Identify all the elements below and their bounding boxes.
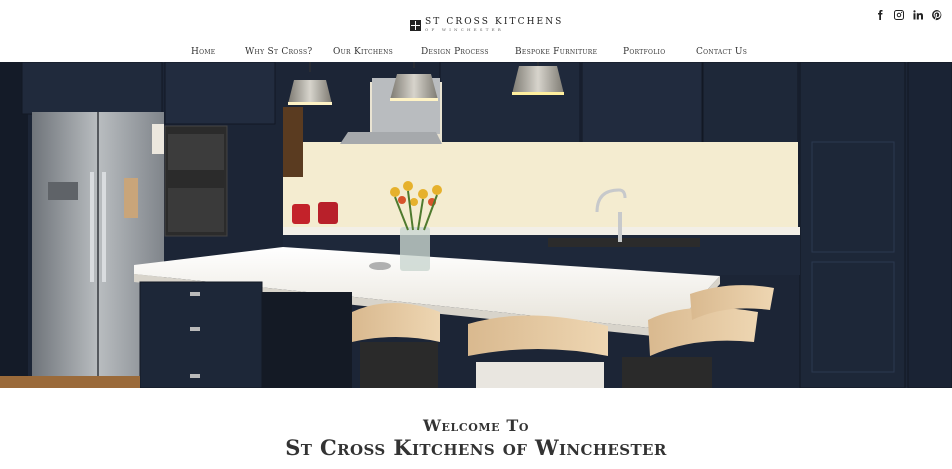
hero-kitchen-image (0, 62, 952, 388)
nav-item-why-st-cross[interactable]: Why St Cross? (245, 47, 313, 57)
logo-tagline: OF WINCHESTER (425, 27, 504, 32)
social-links (873, 8, 943, 22)
nav-item-our-kitchens[interactable]: Our Kitchens (333, 47, 393, 57)
main-navigation: Home Why St Cross? Our Kitchens Design P… (0, 46, 952, 62)
nav-item-contact-us[interactable]: Contact Us (696, 47, 747, 57)
nav-item-home[interactable]: Home (191, 47, 216, 57)
cross-logo-icon (410, 19, 421, 31)
nav-item-portfolio[interactable]: Portfolio (623, 47, 665, 57)
pinterest-icon[interactable] (930, 8, 943, 22)
site-logo[interactable]: ST CROSS KITCHENS OF WINCHESTER (410, 18, 563, 32)
welcome-section: Welcome To St Cross Kitchens of Winchest… (0, 388, 952, 469)
site-header: ST CROSS KITCHENS OF WINCHESTER Home Why… (0, 0, 952, 62)
welcome-title: St Cross Kitchens of Winchester (285, 435, 667, 460)
kitchen-illustration (0, 62, 952, 388)
facebook-icon[interactable] (873, 8, 886, 22)
logo-name: ST CROSS KITCHENS (425, 17, 564, 27)
nav-item-bespoke-furniture[interactable]: Bespoke Furniture (515, 47, 597, 57)
nav-item-design-process[interactable]: Design Process (421, 47, 489, 57)
instagram-icon[interactable] (892, 8, 905, 22)
welcome-heading: Welcome To (422, 416, 530, 435)
linkedin-icon[interactable] (911, 8, 924, 22)
